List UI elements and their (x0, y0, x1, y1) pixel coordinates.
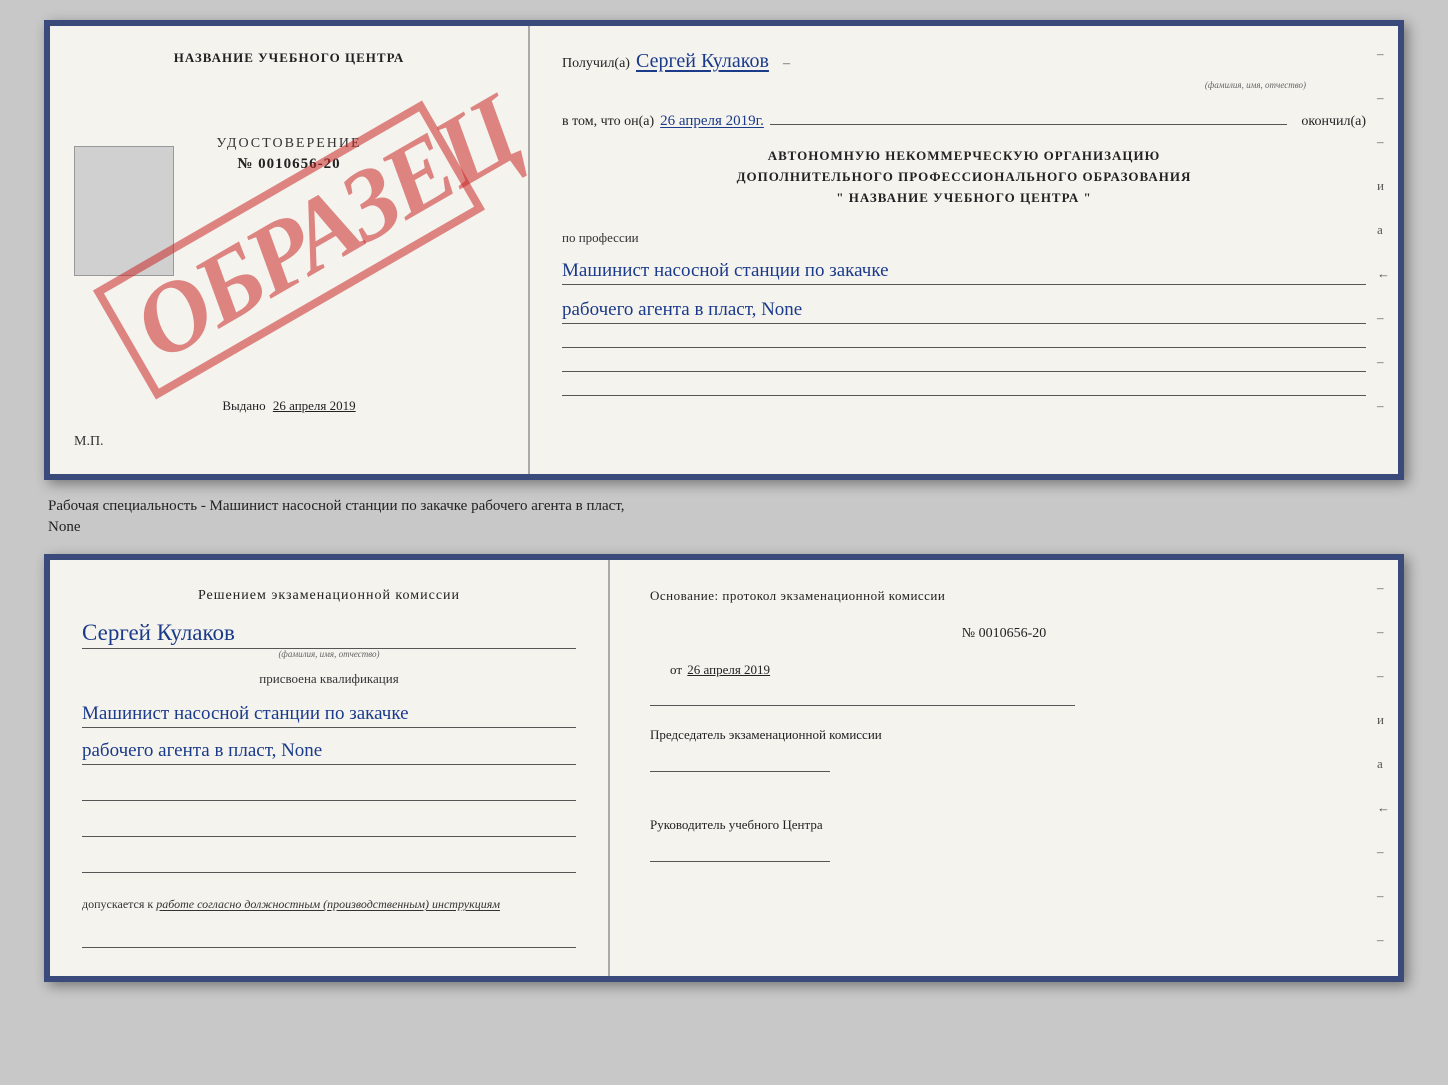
in-that-label: в том, что он(а) (562, 114, 654, 130)
cert-right: Получил(а) Сергей Кулаков – (фамилия, им… (530, 26, 1398, 474)
komissia-title: Решением экзаменационной комиссии (82, 588, 576, 604)
protocol-number: № 0010656-20 (650, 626, 1358, 642)
qualification-label: присвоена квалификация (82, 671, 576, 687)
chairman-label: Председатель экзаменационной комиссии (650, 726, 1358, 744)
protocol-date-value: 26 апреля 2019 (687, 662, 770, 677)
profession-line2: рабочего агента в пласт, None (562, 299, 1366, 324)
finished-label: окончил(а) (1301, 114, 1366, 130)
osnowanie-text: Основание: протокол экзаменационной коми… (650, 588, 1358, 604)
right-margin-dashes: – – – и а ← – – – (1377, 46, 1390, 414)
description-line1: Рабочая специальность - Машинист насосно… (48, 498, 625, 514)
issued-date: 26 апреля 2019 (273, 398, 356, 413)
received-label: Получил(а) (562, 56, 630, 72)
cert-number: № 0010656-20 (216, 156, 361, 173)
date-value: 26 апреля 2019г. (660, 113, 764, 130)
received-name: Сергей Кулаков (636, 50, 769, 73)
org-line1: АВТОНОМНУЮ НЕКОММЕРЧЕСКУЮ ОРГАНИЗАЦИЮ (562, 146, 1366, 167)
profession-line1: Машинист насосной станции по закачке (562, 260, 1366, 285)
chairman-line (650, 752, 830, 772)
bot-right: Основание: протокол экзаменационной коми… (610, 560, 1398, 976)
bot-left: Решением экзаменационной комиссии Сергей… (50, 560, 610, 976)
protocol-date-prefix: от (670, 662, 682, 677)
cert-left: НАЗВАНИЕ УЧЕБНОГО ЦЕНТРА ОБРАЗЕЦ УДОСТОВ… (50, 26, 530, 474)
bot-name: Сергей Кулаков (82, 620, 576, 649)
director-block: Руководитель учебного Центра (650, 816, 1358, 862)
description-block: Рабочая специальность - Машинист насосно… (44, 496, 1404, 538)
blank-line-3 (82, 853, 576, 873)
director-label: Руководитель учебного Центра (650, 816, 1358, 834)
cert-mp: М.П. (74, 434, 104, 450)
bot-right-margin-dashes: – – – и а ← – – – (1377, 580, 1390, 948)
blank-line-4 (82, 928, 576, 948)
certificate-bottom: Решением экзаменационной комиссии Сергей… (44, 554, 1404, 982)
bot-fio-hint: (фамилия, имя, отчество) (82, 649, 576, 659)
finished-row: в том, что он(а) 26 апреля 2019г. окончи… (562, 113, 1366, 130)
certificate-top: НАЗВАНИЕ УЧЕБНОГО ЦЕНТРА ОБРАЗЕЦ УДОСТОВ… (44, 20, 1404, 480)
allowed-text: работе согласно должностным (производств… (156, 897, 500, 911)
org-line3: " НАЗВАНИЕ УЧЕБНОГО ЦЕНТРА " (562, 188, 1366, 209)
protocol-date: от 26 апреля 2019 (650, 662, 1358, 678)
qualification-line1: Машинист насосной станции по закачке (82, 703, 576, 728)
cert-title: УДОСТОВЕРЕНИЕ (216, 136, 361, 152)
allowed-label: допускается к (82, 897, 153, 911)
received-row: Получил(а) Сергей Кулаков – (562, 50, 1366, 73)
description-line2: None (48, 519, 81, 535)
training-center-name-top: НАЗВАНИЕ УЧЕБНОГО ЦЕНТРА (174, 50, 405, 66)
cert-title-block: УДОСТОВЕРЕНИЕ № 0010656-20 (216, 136, 361, 173)
blank-line-2 (82, 817, 576, 837)
director-line (650, 842, 830, 862)
dopuskaetsya-block: допускается к работе согласно должностны… (82, 897, 576, 912)
org-line2: ДОПОЛНИТЕЛЬНОГО ПРОФЕССИОНАЛЬНОГО ОБРАЗО… (562, 167, 1366, 188)
org-block: АВТОНОМНУЮ НЕКОММЕРЧЕСКУЮ ОРГАНИЗАЦИЮ ДО… (562, 146, 1366, 208)
blank-line-1 (82, 781, 576, 801)
profession-label: по профессии (562, 230, 1366, 246)
issued-label: Выдано (222, 398, 265, 413)
cert-photo (74, 146, 174, 276)
qualification-line2: рабочего агента в пласт, None (82, 740, 576, 765)
cert-issued: Выдано 26 апреля 2019 (222, 398, 355, 414)
fio-hint-top: (фамилия, имя, отчество) (1205, 80, 1306, 90)
name-block-bot: Сергей Кулаков (фамилия, имя, отчество) (82, 620, 576, 659)
chairman-block: Председатель экзаменационной комиссии (650, 726, 1358, 772)
